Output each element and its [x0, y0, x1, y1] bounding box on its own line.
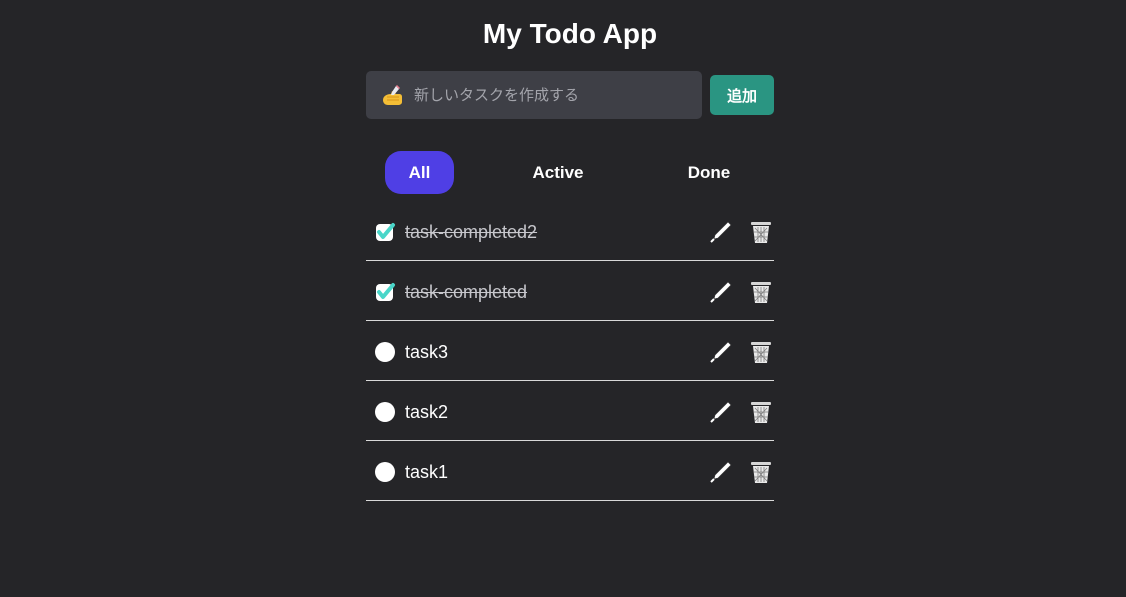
add-task-button[interactable]: 追加	[710, 75, 774, 115]
filter-tab-all[interactable]: All	[385, 151, 454, 194]
todo-checkbox[interactable]	[375, 222, 396, 243]
todo-item: task-completed	[366, 261, 774, 321]
todo-item: task2	[366, 381, 774, 441]
page-title: My Todo App	[482, 18, 658, 49]
trash-can-icon[interactable]	[749, 219, 773, 245]
pencil-icon[interactable]	[709, 220, 733, 244]
new-task-form: 追加	[366, 71, 774, 119]
trash-can-icon[interactable]	[749, 339, 773, 365]
trash-can-icon[interactable]	[749, 279, 773, 305]
new-task-input[interactable]	[414, 71, 694, 119]
pencil-icon[interactable]	[709, 280, 733, 304]
todo-text: task3	[405, 342, 449, 362]
trash-can-icon[interactable]	[749, 399, 773, 425]
todo-checkbox[interactable]	[375, 342, 396, 363]
filter-tab-active[interactable]: Active	[518, 151, 598, 194]
todo-checkbox[interactable]	[375, 402, 396, 423]
pencil-icon[interactable]	[709, 340, 733, 364]
circle-icon	[375, 462, 395, 482]
todo-checkbox[interactable]	[375, 282, 396, 303]
new-task-field[interactable]	[366, 71, 702, 119]
trash-can-icon[interactable]	[749, 459, 773, 485]
todo-text: task-completed	[405, 282, 528, 302]
todo-item: task-completed2	[366, 201, 774, 261]
todo-item: task3	[366, 321, 774, 381]
filter-tab-done[interactable]: Done	[669, 151, 749, 194]
todo-text: task2	[405, 402, 449, 422]
todo-checkbox[interactable]	[375, 462, 396, 483]
todo-item: task1	[366, 441, 774, 501]
pencil-icon[interactable]	[709, 400, 733, 424]
writing-hand-icon	[383, 85, 402, 105]
circle-icon	[375, 402, 395, 422]
todo-text: task1	[405, 462, 449, 482]
check-mark-icon	[376, 223, 395, 241]
circle-icon	[375, 342, 395, 362]
pencil-icon[interactable]	[709, 460, 733, 484]
todo-text: task-completed2	[405, 222, 538, 242]
todo-list: task-completed2 task-completed task3 tas…	[366, 201, 774, 501]
check-mark-icon	[376, 283, 395, 301]
